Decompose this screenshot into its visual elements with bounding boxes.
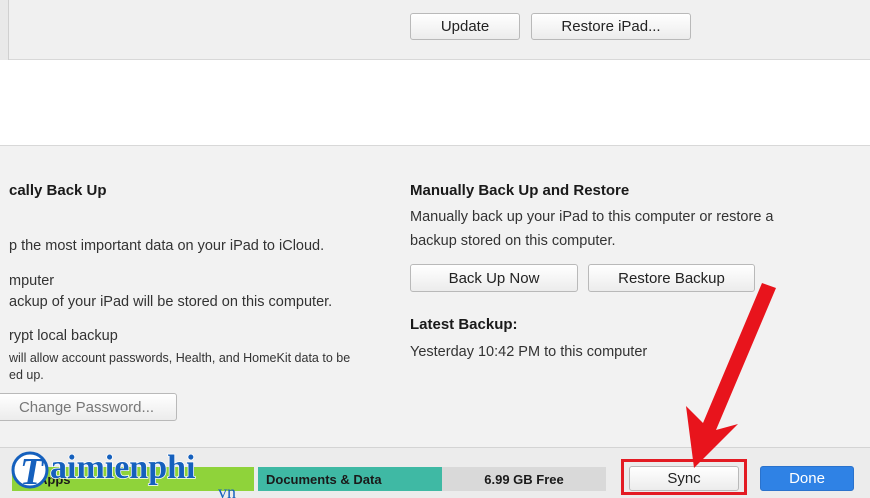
sync-button[interactable]: Sync bbox=[629, 466, 739, 491]
update-button[interactable]: Update bbox=[410, 13, 520, 40]
encrypt-description-line1: will allow account passwords, Health, an… bbox=[9, 351, 351, 365]
storage-documents-segment: Documents & Data bbox=[258, 467, 442, 491]
restore-ipad-button[interactable]: Restore iPad... bbox=[531, 13, 691, 40]
logo-suffix-text: vn bbox=[218, 482, 236, 498]
restore-backup-button[interactable]: Restore Backup bbox=[588, 264, 755, 292]
logo-graphic: T aimienphi vn bbox=[11, 448, 236, 498]
storage-free-segment: 6.99 GB Free bbox=[442, 467, 606, 491]
manual-backup-heading: Manually Back Up and Restore bbox=[410, 182, 630, 199]
latest-backup-heading: Latest Backup: bbox=[410, 316, 518, 333]
auto-backup-heading: cally Back Up bbox=[9, 182, 107, 199]
icloud-description: p the most important data on your iPad t… bbox=[9, 238, 325, 254]
done-button[interactable]: Done bbox=[760, 466, 854, 491]
top-section: Update Restore iPad... bbox=[0, 0, 870, 60]
logo-brand-text: aimienphi bbox=[50, 449, 195, 486]
svg-text:T: T bbox=[20, 451, 45, 493]
encrypt-backup-checkbox-label[interactable]: rypt local backup bbox=[9, 328, 118, 344]
taimienphi-logo: T aimienphi vn bbox=[6, 440, 266, 498]
manual-backup-description-line2: backup stored on this computer. bbox=[410, 233, 616, 249]
change-password-button[interactable]: Change Password... bbox=[0, 393, 177, 421]
back-up-now-button[interactable]: Back Up Now bbox=[410, 264, 578, 292]
manual-backup-description-line1: Manually back up your iPad to this compu… bbox=[410, 209, 774, 225]
encrypt-description-line2: ed up. bbox=[9, 368, 44, 382]
blank-panel bbox=[0, 60, 870, 146]
latest-backup-value: Yesterday 10:42 PM to this computer bbox=[410, 344, 648, 360]
this-computer-description: ackup of your iPad will be stored on thi… bbox=[9, 294, 333, 310]
backups-section: cally Back Up p the most important data … bbox=[0, 147, 870, 447]
this-computer-radio-label[interactable]: mputer bbox=[9, 273, 54, 289]
